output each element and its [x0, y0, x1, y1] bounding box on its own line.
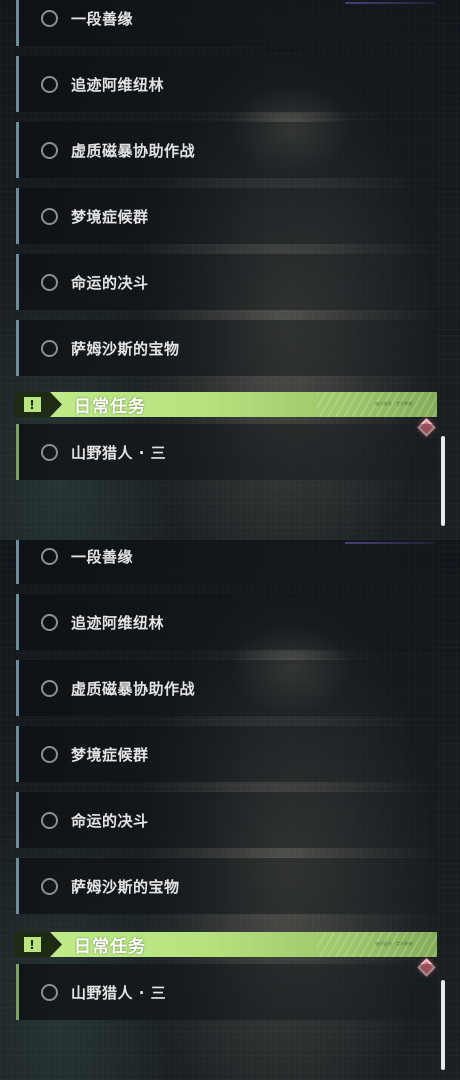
daily-quest-item-0[interactable]: 山野猎人 · 三 — [16, 964, 437, 1020]
quest-item-label: 一段善缘 — [71, 547, 134, 566]
quest-item-label: 追迹阿维纽林 — [71, 613, 165, 632]
quest-status-circle-icon — [41, 141, 58, 159]
section-title: 日常任务 — [74, 937, 146, 957]
section-title: 日常任务 — [74, 397, 146, 417]
quest-item-label: 山野猎人 · 三 — [71, 983, 167, 1002]
quest-item-label: 虚质磁暴协助作战 — [71, 141, 196, 160]
quest-status-circle-icon — [41, 207, 58, 225]
quest-item-2[interactable]: 虚质磁暴协助作战 — [16, 660, 437, 716]
quest-item-3[interactable]: 梦境症候群 — [16, 726, 437, 782]
quest-status-circle-icon — [41, 983, 58, 1001]
quest-status-circle-icon — [41, 547, 58, 565]
header-notch — [50, 932, 62, 957]
quest-item-4[interactable]: 命运的决斗 — [16, 254, 437, 310]
quest-status-circle-icon — [41, 877, 58, 895]
alert-icon: ! — [14, 392, 50, 417]
quest-item-4[interactable]: 命运的决斗 — [16, 792, 437, 848]
quest-status-circle-icon — [41, 273, 58, 291]
scrollbar-thumb[interactable] — [441, 980, 445, 1070]
alert-icon: ! — [14, 932, 50, 957]
scrollbar-thumb[interactable] — [441, 436, 445, 526]
quest-item-label: 命运的决斗 — [71, 273, 149, 292]
quest-list-panel: 一段善缘 追迹阿维纽林 虚质磁暴协助作战 梦境症候群 命运的决斗 萨姆沙斯的宝物… — [0, 0, 460, 540]
header-notch — [50, 392, 62, 417]
daily-section-header[interactable]: ! 日常任务 每日委托 · 定时刷新 — [14, 932, 437, 957]
quest-item-1[interactable]: 追迹阿维纽林 — [16, 56, 437, 112]
daily-section-header[interactable]: ! 日常任务 每日委托 · 定时刷新 — [14, 392, 437, 417]
quest-status-circle-icon — [41, 811, 58, 829]
section-subtext: 每日委托 · 定时刷新 — [374, 401, 413, 406]
quest-status-circle-icon — [41, 443, 58, 461]
daily-quest-item-0[interactable]: 山野猎人 · 三 — [16, 424, 437, 480]
quest-item-1[interactable]: 追迹阿维纽林 — [16, 594, 437, 650]
quest-item-label: 山野猎人 · 三 — [71, 443, 167, 462]
section-subtext: 每日委托 · 定时刷新 — [374, 941, 413, 946]
quest-item-label: 梦境症候群 — [71, 745, 149, 764]
quest-status-circle-icon — [41, 339, 58, 357]
quest-status-circle-icon — [41, 75, 58, 93]
quest-status-circle-icon — [41, 679, 58, 697]
quest-list-panel: 一段善缘 追迹阿维纽林 虚质磁暴协助作战 梦境症候群 命运的决斗 萨姆沙斯的宝物… — [0, 540, 460, 1080]
quest-item-label: 梦境症候群 — [71, 207, 149, 226]
quest-item-label: 命运的决斗 — [71, 811, 149, 830]
quest-item-3[interactable]: 梦境症候群 — [16, 188, 437, 244]
quest-item-label: 一段善缘 — [71, 9, 134, 28]
quest-item-0[interactable]: 一段善缘 — [16, 540, 437, 584]
quest-status-circle-icon — [41, 613, 58, 631]
quest-item-5[interactable]: 萨姆沙斯的宝物 — [16, 320, 437, 376]
quest-item-label: 萨姆沙斯的宝物 — [71, 339, 180, 358]
quest-status-circle-icon — [41, 9, 58, 27]
quest-item-label: 追迹阿维纽林 — [71, 75, 165, 94]
quest-item-label: 萨姆沙斯的宝物 — [71, 877, 180, 896]
quest-item-5[interactable]: 萨姆沙斯的宝物 — [16, 858, 437, 914]
quest-item-2[interactable]: 虚质磁暴协助作战 — [16, 122, 437, 178]
quest-status-circle-icon — [41, 745, 58, 763]
quest-item-label: 虚质磁暴协助作战 — [71, 679, 196, 698]
quest-item-0[interactable]: 一段善缘 — [16, 0, 437, 46]
